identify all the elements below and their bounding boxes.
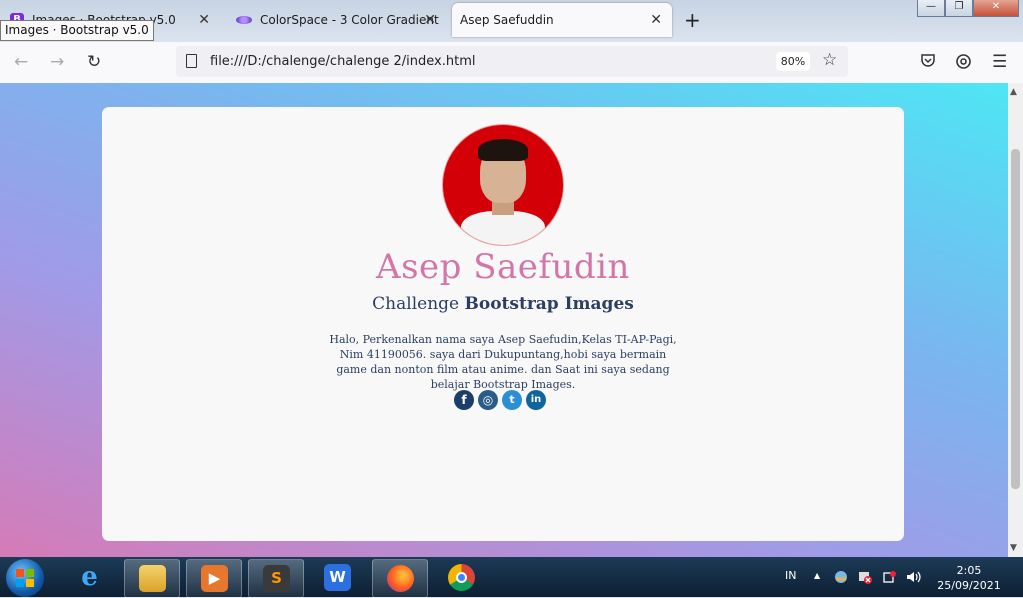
scroll-up-icon[interactable]: ▲ xyxy=(1010,87,1017,97)
close-tab-icon[interactable]: ✕ xyxy=(650,12,662,28)
profile-card: Asep Saefudin Challenge Bootstrap Images… xyxy=(102,107,904,541)
url-text[interactable]: file:///D:/chalenge/chalenge 2/index.htm… xyxy=(210,54,475,69)
profile-subtitle: Challenge Bootstrap Images xyxy=(102,294,904,314)
close-window-button[interactable]: ✕ xyxy=(973,0,1019,17)
profile-bio: Halo, Perkenalkan nama saya Asep Saefudi… xyxy=(329,333,677,391)
scroll-thumb[interactable] xyxy=(1011,149,1020,489)
navigation-bar: ← → ↻ file:///D:/chalenge/chalenge 2/ind… xyxy=(0,42,1023,84)
taskbar: e ▶ S W IN ▲ 2:05 25/09/2021 xyxy=(0,557,1023,598)
firefox-icon[interactable] xyxy=(372,559,428,598)
file-explorer-icon[interactable] xyxy=(124,559,180,598)
bookmark-star-icon[interactable]: ☆ xyxy=(822,50,837,70)
media-player-icon[interactable]: ▶ xyxy=(186,559,242,598)
new-tab-button[interactable]: + xyxy=(684,8,701,32)
menu-icon[interactable]: ☰ xyxy=(992,52,1007,72)
profile-name: Asep Saefudin xyxy=(376,247,630,287)
network-icon[interactable] xyxy=(834,570,848,587)
pocket-icon[interactable] xyxy=(920,53,936,73)
flag-error-icon[interactable] xyxy=(858,570,872,587)
page-viewport: Asep Saefudin Challenge Bootstrap Images… xyxy=(0,83,1008,557)
vertical-scrollbar[interactable]: ▲ ▼ xyxy=(1008,83,1023,557)
tab-label: ColorSpace - 3 Color Gradient xyxy=(260,12,439,27)
tab-strip: B Images · Bootstrap v5.0 ✕ ColorSpace -… xyxy=(0,0,1023,42)
zoom-indicator[interactable]: 80% xyxy=(776,52,810,71)
clock-date: 25/09/2021 xyxy=(937,579,1001,592)
internet-explorer-icon[interactable]: e xyxy=(62,559,116,596)
reload-button[interactable]: ↻ xyxy=(87,52,101,72)
power-icon[interactable] xyxy=(882,570,896,587)
chrome-icon[interactable] xyxy=(434,559,488,596)
avatar xyxy=(442,124,564,246)
forward-button[interactable]: → xyxy=(50,52,64,72)
extensions-icon[interactable] xyxy=(955,53,972,75)
social-links: f ◎ t in xyxy=(454,390,546,410)
tab-tooltip: Images · Bootstrap v5.0 xyxy=(0,20,154,41)
facebook-icon[interactable]: f xyxy=(454,390,474,410)
wps-writer-icon[interactable]: W xyxy=(310,559,364,596)
sublime-text-icon[interactable]: S xyxy=(248,559,304,598)
close-tab-icon[interactable]: ✕ xyxy=(198,12,210,28)
system-clock[interactable]: 2:05 25/09/2021 xyxy=(934,563,1004,593)
clock-time: 2:05 xyxy=(956,564,982,577)
linkedin-icon[interactable]: in xyxy=(526,390,546,410)
address-bar[interactable]: file:///D:/chalenge/chalenge 2/index.htm… xyxy=(176,46,848,77)
subtitle-prefix: Challenge xyxy=(372,294,465,314)
tab-label: Asep Saefuddin xyxy=(460,13,554,27)
tab-colorspace[interactable]: ColorSpace - 3 Color Gradient ✕ xyxy=(226,3,446,36)
instagram-icon[interactable]: ◎ xyxy=(478,390,498,410)
language-indicator[interactable]: IN xyxy=(785,569,796,582)
colorspace-icon xyxy=(236,15,252,24)
volume-icon[interactable] xyxy=(906,570,922,587)
close-tab-icon[interactable]: ✕ xyxy=(424,12,436,28)
file-icon xyxy=(186,54,197,68)
show-hidden-icons-arrow[interactable]: ▲ xyxy=(814,571,820,580)
restore-button[interactable]: ❐ xyxy=(945,0,973,17)
twitter-icon[interactable]: t xyxy=(502,390,522,410)
scroll-down-icon[interactable]: ▼ xyxy=(1010,543,1017,553)
subtitle-bold: Bootstrap Images xyxy=(464,294,634,314)
window-controls: — ❐ ✕ xyxy=(917,0,1019,17)
tab-asep-saefuddin[interactable]: Asep Saefuddin ✕ xyxy=(452,3,672,37)
back-button[interactable]: ← xyxy=(14,52,28,72)
start-button[interactable] xyxy=(6,559,44,597)
windows-logo-icon xyxy=(16,569,34,587)
minimize-button[interactable]: — xyxy=(917,0,945,17)
